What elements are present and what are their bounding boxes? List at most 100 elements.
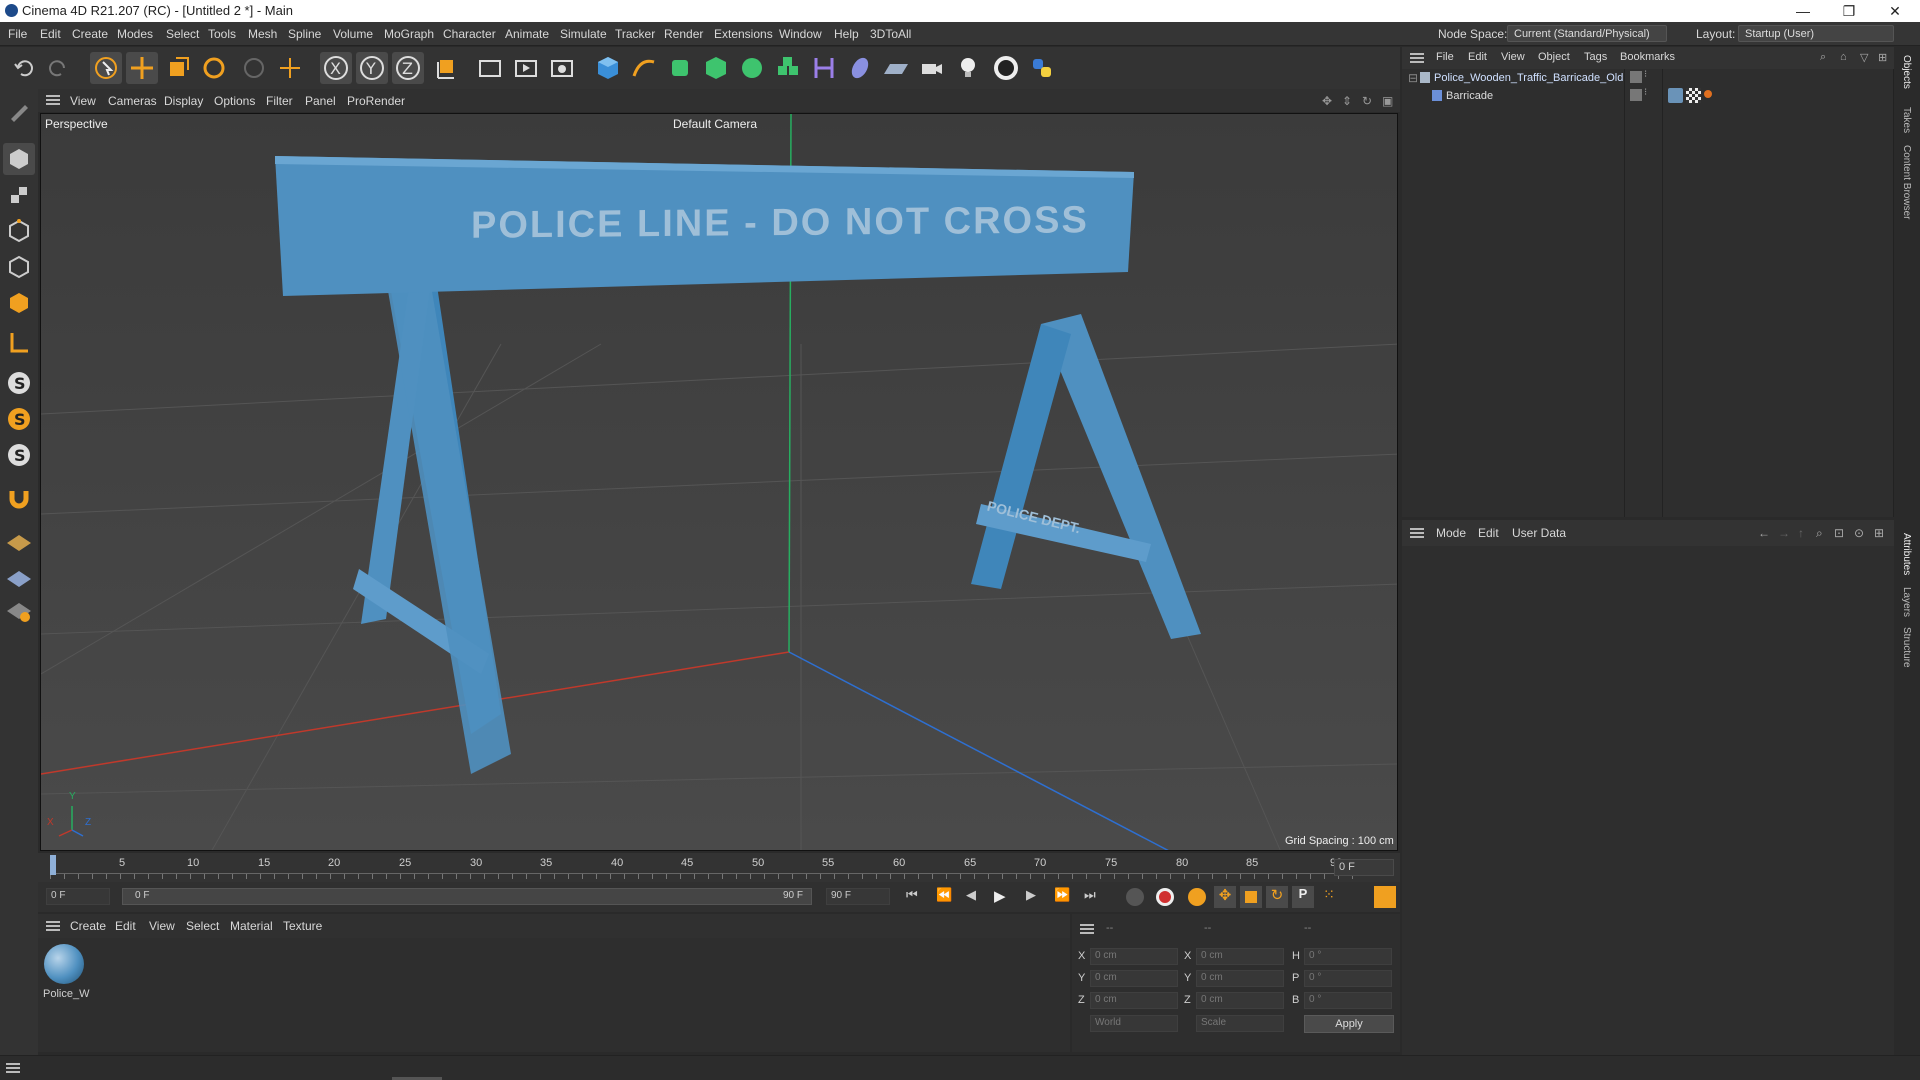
coords-pos-z-field[interactable]: 0 cm <box>1090 992 1178 1009</box>
previous-frame-icon[interactable]: ◀ <box>966 887 988 907</box>
om-search-icon[interactable]: ⌕ <box>1820 51 1826 64</box>
pla-key-icon[interactable]: ⁙ <box>1318 886 1340 908</box>
close-button[interactable]: ✕ <box>1872 0 1918 22</box>
menu-3dtoall[interactable]: 3DToAll <box>870 27 911 41</box>
recent-tools-button[interactable] <box>238 52 270 84</box>
side-tab-objects[interactable]: Objects <box>1901 55 1912 89</box>
python-button[interactable] <box>1026 52 1058 84</box>
menu-extensions[interactable]: Extensions <box>714 27 773 41</box>
om-menu-tags[interactable]: Tags <box>1584 51 1607 63</box>
timeline-ruler[interactable]: 0 5 10 15 20 25 30 35 40 45 50 55 60 65 … <box>38 853 1400 882</box>
viewport-menu-options[interactable]: Options <box>214 94 255 108</box>
om-filter-icon[interactable]: ▽ <box>1860 51 1868 64</box>
edit-visibility-icon[interactable] <box>1630 89 1642 101</box>
menu-edit[interactable]: Edit <box>40 27 61 41</box>
attr-new-panel-icon[interactable]: ⊞ <box>1874 526 1884 540</box>
menu-window[interactable]: Window <box>779 27 822 41</box>
menu-animate[interactable]: Animate <box>505 27 549 41</box>
menu-volume[interactable]: Volume <box>333 27 373 41</box>
attr-menu-mode[interactable]: Mode <box>1436 526 1466 540</box>
menu-spline[interactable]: Spline <box>288 27 321 41</box>
coords-rot-p-field[interactable]: 0 ° <box>1304 970 1392 987</box>
coords-world-dropdown[interactable]: World <box>1090 1015 1178 1032</box>
scripting-button[interactable] <box>990 52 1022 84</box>
undo-button[interactable] <box>8 52 40 84</box>
barricade-model[interactable] <box>275 156 1201 774</box>
attr-lock-icon[interactable]: ⊡ <box>1834 526 1844 540</box>
viewport-maximize-icon[interactable]: ▣ <box>1382 94 1393 108</box>
material-menu-icon[interactable] <box>46 921 60 931</box>
menu-file[interactable]: File <box>8 27 27 41</box>
menu-select[interactable]: Select <box>166 27 199 41</box>
render-visibility-icon[interactable]: ⁝ <box>1644 87 1647 98</box>
playhead[interactable] <box>50 855 56 875</box>
menu-create[interactable]: Create <box>72 27 108 41</box>
parameter-key-icon[interactable]: P <box>1292 886 1314 908</box>
live-selection-button[interactable] <box>90 52 122 84</box>
viewport-menu-display[interactable]: Display <box>164 94 203 108</box>
y-axis-lock-button[interactable]: Y <box>356 52 388 84</box>
om-menu-view[interactable]: View <box>1501 51 1525 63</box>
attr-forward-icon[interactable]: → <box>1778 526 1790 540</box>
om-home-icon[interactable]: ⌂ <box>1840 51 1847 63</box>
minimize-button[interactable]: — <box>1780 0 1826 22</box>
previous-keyframe-icon[interactable]: ⏪ <box>936 887 958 907</box>
menu-mograph[interactable]: MoGraph <box>384 27 434 41</box>
play-icon[interactable]: ▶ <box>994 887 1016 907</box>
material-menu-edit[interactable]: Edit <box>115 919 136 933</box>
side-tab-structure[interactable]: Structure <box>1901 627 1912 668</box>
points-mode-button[interactable] <box>3 215 35 247</box>
menu-character[interactable]: Character <box>443 27 496 41</box>
workplane-button[interactable] <box>3 523 35 555</box>
end-frame-field[interactable]: 90 F <box>826 888 890 905</box>
deformer-button[interactable] <box>808 52 840 84</box>
om-menu-bookmarks[interactable]: Bookmarks <box>1620 51 1675 63</box>
z-axis-lock-button[interactable]: Z <box>392 52 424 84</box>
viewport-rotate-icon[interactable]: ↻ <box>1362 94 1372 108</box>
x-axis-lock-button[interactable]: X <box>320 52 352 84</box>
attr-back-icon[interactable]: ← <box>1758 526 1770 540</box>
move-button[interactable] <box>126 52 158 84</box>
make-editable-button[interactable] <box>3 95 35 127</box>
material-menu-texture[interactable]: Texture <box>283 919 322 933</box>
solo-hierarchy-button[interactable]: S <box>3 403 35 435</box>
spline-pen-button[interactable] <box>628 52 660 84</box>
attr-settings-icon[interactable]: ⊙ <box>1854 526 1864 540</box>
coords-pos-y-field[interactable]: 0 cm <box>1090 970 1178 987</box>
menu-modes[interactable]: Modes <box>117 27 153 41</box>
position-key-icon[interactable]: ✥ <box>1214 886 1236 908</box>
mograph-button[interactable] <box>772 52 804 84</box>
edit-visibility-icon[interactable] <box>1630 71 1642 83</box>
material-menu-select[interactable]: Select <box>186 919 219 933</box>
material-name[interactable]: Police_W <box>43 988 89 1000</box>
menu-simulate[interactable]: Simulate <box>560 27 607 41</box>
coords-menu-icon[interactable] <box>1080 924 1094 934</box>
transform-button[interactable] <box>274 52 306 84</box>
polygons-mode-button[interactable] <box>3 287 35 319</box>
camera-button[interactable] <box>916 52 948 84</box>
record-active-objects-icon[interactable] <box>1126 888 1144 906</box>
timeline-window-icon[interactable] <box>1374 886 1396 908</box>
om-menu-edit[interactable]: Edit <box>1468 51 1487 63</box>
light-button[interactable] <box>952 52 984 84</box>
viewport-menu-filter[interactable]: Filter <box>266 94 293 108</box>
viewport-zoom-icon[interactable]: ⇕ <box>1342 94 1352 108</box>
object-manager-menu-icon[interactable] <box>1410 53 1424 63</box>
autokeying-icon[interactable] <box>1156 888 1174 906</box>
start-frame-field[interactable]: 0 F <box>46 888 110 905</box>
cloner-button[interactable] <box>736 52 768 84</box>
menu-help[interactable]: Help <box>834 27 859 41</box>
menu-render[interactable]: Render <box>664 27 703 41</box>
preview-range-slider[interactable]: 0 F 90 F <box>122 888 812 905</box>
solo-off-button[interactable]: S <box>3 439 35 471</box>
extrude-button[interactable] <box>700 52 732 84</box>
node-space-dropdown[interactable]: Current (Standard/Physical) <box>1507 25 1667 42</box>
viewport-move-icon[interactable]: ✥ <box>1322 94 1332 108</box>
viewport-camera-label[interactable]: Default Camera <box>673 117 757 131</box>
side-tab-content-browser[interactable]: Content Browser <box>1901 145 1912 219</box>
maximize-button[interactable]: ❐ <box>1826 0 1872 22</box>
side-tab-takes[interactable]: Takes <box>1901 107 1912 133</box>
render-picture-viewer-button[interactable] <box>510 52 542 84</box>
render-view-button[interactable] <box>474 52 506 84</box>
viewport-menu-view[interactable]: View <box>70 94 96 108</box>
